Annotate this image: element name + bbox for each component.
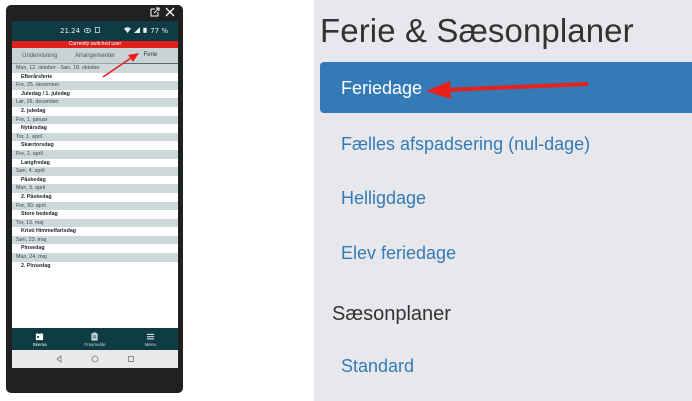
day-header: Man, 24. maj <box>12 253 178 262</box>
status-time: 21.24 <box>60 27 81 35</box>
external-link-icon[interactable] <box>150 7 160 19</box>
phone-frame-icons <box>150 7 175 19</box>
bottom-nav: Skema Fravmelde Menu <box>12 328 178 350</box>
day-header: Tor, 13. maj <box>12 218 178 228</box>
tab-undervisning[interactable]: Undervisning <box>12 48 67 64</box>
nav-label: Skema <box>32 341 47 347</box>
list-item[interactable]: Kristi Himmelfartsdag <box>12 227 178 236</box>
list-item[interactable]: Påskedag <box>12 175 178 185</box>
android-system-bar <box>12 350 178 368</box>
menu-item-feriedage[interactable]: Feriedage <box>341 78 422 99</box>
day-header: Lør, 26. december <box>12 98 178 107</box>
signal-icon <box>134 27 141 35</box>
menu-item-helligdage[interactable]: Helligdage <box>341 188 426 209</box>
nav-menu[interactable]: Menu <box>123 328 178 350</box>
list-item[interactable]: Nytårsdag <box>12 124 178 133</box>
list-item[interactable]: 2. juledag <box>12 106 178 116</box>
ferie-menu-panel: Ferie & Sæsonplaner Feriedage Fælles afs… <box>314 0 692 401</box>
list-item[interactable]: Pinsedag <box>12 244 178 254</box>
phone-status-bar: 21.24 77 % <box>12 21 178 41</box>
day-header: Man, 5. april <box>12 184 178 193</box>
menu-item-elev-feriedage[interactable]: Elev feriedage <box>341 243 456 264</box>
tab-arrangementer[interactable]: Arrangementer <box>67 48 122 64</box>
day-header: Fre, 25. december <box>12 81 178 90</box>
phone-tabs: Undervisning Arrangementer Ferie <box>12 48 178 64</box>
calendar-icon <box>36 332 44 340</box>
clipboard-icon <box>91 331 99 341</box>
phone-screen: 21.24 77 % Currently switched user Under… <box>12 21 178 368</box>
nav-label: Menu <box>144 341 156 347</box>
battery-percent: 77 % <box>150 27 168 35</box>
eye-icon <box>83 27 92 35</box>
day-header: Man, 12. oktober - Søn, 18. oktober <box>12 64 178 73</box>
list-item[interactable]: Skærtorsdag <box>12 141 178 150</box>
day-header: Tor, 1. april <box>12 132 178 142</box>
list-item[interactable]: 2. Påskedag <box>12 192 178 202</box>
nav-skema[interactable]: Skema <box>12 328 67 350</box>
list-item[interactable]: Efterårsferie <box>12 72 178 82</box>
section-heading-saesonplaner: Sæsonplaner <box>332 303 451 325</box>
list-item[interactable]: Juledag / 1. juledag <box>12 89 178 99</box>
back-icon[interactable] <box>55 355 63 363</box>
nav-fravmelde[interactable]: Fravmelde <box>67 328 122 350</box>
day-header: Fre, 1. januar <box>12 115 178 125</box>
holiday-list: Man, 12. oktober - Søn, 18. oktober Efte… <box>12 64 178 271</box>
page-title: Ferie & Sæsonplaner <box>320 12 634 49</box>
recents-icon[interactable] <box>127 355 135 363</box>
home-icon[interactable] <box>91 355 99 363</box>
tab-ferie[interactable]: Ferie <box>122 47 178 64</box>
menu-item-standard[interactable]: Standard <box>341 356 414 377</box>
menu-item-faelles-afspadsering[interactable]: Fælles afspadsering (nul-dage) <box>341 134 590 155</box>
hamburger-menu-icon <box>146 333 154 339</box>
wifi-icon <box>124 27 132 35</box>
close-icon[interactable] <box>165 7 175 19</box>
battery-icon <box>143 27 147 35</box>
day-header: Fre, 2. april <box>12 149 178 159</box>
day-header: Søn, 23. maj <box>12 235 178 245</box>
list-item[interactable]: Store bededag <box>12 210 178 219</box>
list-item[interactable]: 2. Pinsedag <box>12 261 178 271</box>
nav-label: Fravmelde <box>84 341 106 347</box>
day-header: Søn, 4. april <box>12 167 178 176</box>
sim-icon <box>95 27 100 35</box>
phone-screenshot: 21.24 77 % Currently switched user Under… <box>6 5 183 393</box>
list-item[interactable]: Langfredag <box>12 158 178 168</box>
day-header: Fre, 30. april <box>12 201 178 211</box>
